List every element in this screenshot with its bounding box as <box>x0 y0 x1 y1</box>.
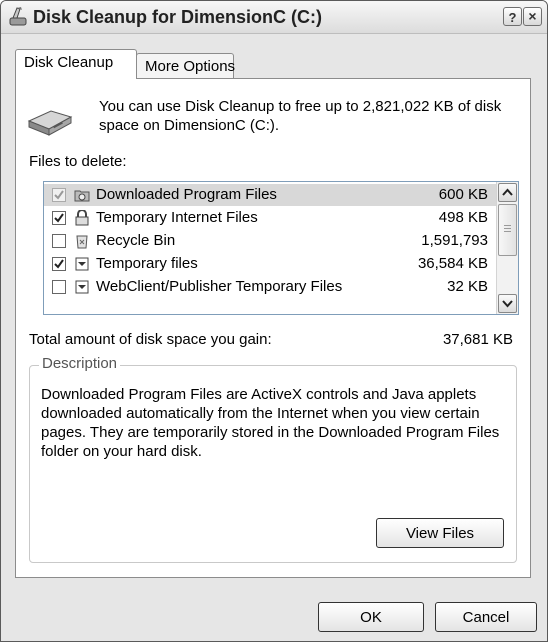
vertical-scrollbar[interactable] <box>496 182 518 314</box>
folder-gear-icon <box>74 190 90 202</box>
description-title: Description <box>39 355 121 372</box>
file-name: Downloaded Program Files <box>96 186 277 203</box>
chevron-up-icon <box>502 188 513 196</box>
intro-text: You can use Disk Cleanup to free up to 2… <box>99 98 502 134</box>
document-icon <box>75 257 89 271</box>
files-list[interactable]: Downloaded Program Files 600 KB Temporar… <box>43 181 519 315</box>
checkbox[interactable] <box>52 257 66 271</box>
scroll-thumb[interactable] <box>498 204 517 256</box>
total-space-label: Total amount of disk space you gain: <box>29 331 272 348</box>
cancel-button[interactable]: Cancel <box>435 602 537 632</box>
tab-more-options[interactable]: More Options <box>136 53 235 79</box>
description-text: Downloaded Program Files are ActiveX con… <box>41 386 500 460</box>
list-item[interactable]: Downloaded Program Files 600 KB <box>44 184 496 206</box>
file-size: 36,584 KB <box>417 255 488 272</box>
scroll-up-button[interactable] <box>498 183 517 202</box>
window-title: Disk Cleanup for DimensionC (C:) <box>33 7 323 27</box>
ok-button[interactable]: OK <box>318 602 424 632</box>
lock-icon <box>75 210 89 226</box>
hard-drive-icon <box>27 110 73 136</box>
scroll-down-button[interactable] <box>498 294 517 313</box>
close-button[interactable]: × <box>523 7 542 26</box>
checkbox[interactable] <box>52 188 66 202</box>
title-bar[interactable]: Disk Cleanup for DimensionC (C:) ? × <box>1 1 547 34</box>
tab-disk-cleanup[interactable]: Disk Cleanup <box>15 49 137 79</box>
help-button[interactable]: ? <box>503 7 522 26</box>
recycle-bin-icon <box>76 235 88 249</box>
file-name: Temporary files <box>96 255 198 272</box>
file-name: Recycle Bin <box>96 232 176 249</box>
file-size: 600 KB <box>438 186 488 203</box>
checkbox[interactable] <box>52 211 66 225</box>
file-size: 32 KB <box>447 278 488 295</box>
view-files-button[interactable]: View Files <box>376 518 504 548</box>
list-item[interactable]: Temporary files 36,584 KB <box>44 253 496 275</box>
disk-cleanup-icon <box>9 7 27 26</box>
document-icon <box>75 280 89 294</box>
checkbox[interactable] <box>52 280 66 294</box>
list-item[interactable]: Recycle Bin 1,591,793 <box>44 230 496 252</box>
chevron-down-icon <box>502 300 513 308</box>
list-item[interactable]: Temporary Internet Files 498 KB <box>44 207 496 229</box>
file-name: Temporary Internet Files <box>96 209 258 226</box>
list-item[interactable]: WebClient/Publisher Temporary Files 32 K… <box>44 276 496 298</box>
checkbox[interactable] <box>52 234 66 248</box>
total-space-value: 37,681 KB <box>442 331 513 348</box>
files-to-delete-label: Files to delete: <box>29 153 127 170</box>
disk-cleanup-window: Disk Cleanup for DimensionC (C:) ? × Dis… <box>0 0 548 642</box>
file-size: 498 KB <box>438 209 488 226</box>
file-size: 1,591,793 <box>421 232 488 249</box>
file-name: WebClient/Publisher Temporary Files <box>96 278 343 295</box>
